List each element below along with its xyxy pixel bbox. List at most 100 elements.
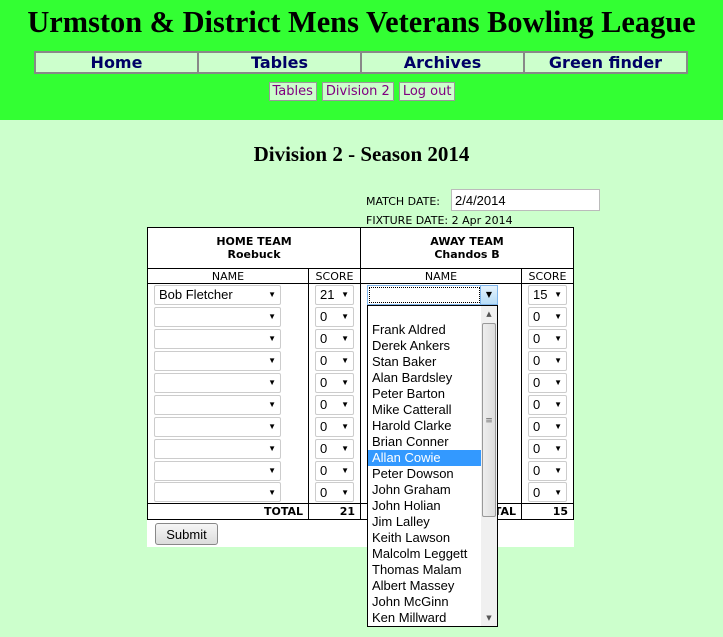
home-score-select[interactable]: 0 ▼ (315, 416, 354, 437)
player-row: ▼0▼▼0▼ (147, 437, 574, 460)
home-name-select[interactable]: ▼ (154, 482, 281, 503)
dropdown-option[interactable]: Allan Cowie (368, 450, 482, 466)
home-score-value: 0 (320, 441, 328, 456)
away-score-cell: 0 ▼ (521, 437, 574, 460)
home-score-select[interactable]: 0 ▼ (315, 394, 354, 415)
home-name-value: Bob Fletcher (159, 287, 233, 303)
chevron-down-icon: ▼ (268, 290, 276, 300)
submit-button[interactable]: Submit (155, 523, 218, 545)
dropdown-option[interactable]: Ken Millward (368, 610, 482, 626)
dropdown-option[interactable]: John McGinn (368, 594, 482, 610)
away-name-col-header: NAME (360, 268, 522, 284)
dropdown-option[interactable]: Albert Massey (368, 578, 482, 594)
home-score-cell: 0 ▼ (308, 327, 361, 350)
dropdown-scrollbar[interactable]: ▲ ≡ ▼ (481, 306, 497, 626)
chevron-down-icon: ▼ (268, 312, 276, 321)
home-name-cell: ▼ (147, 305, 309, 328)
home-name-select[interactable]: Bob Fletcher ▼ (154, 284, 281, 305)
away-score-select[interactable]: 0 ▼ (528, 482, 567, 503)
dropdown-option[interactable]: Jim Lalley (368, 514, 482, 530)
nav-green-finder[interactable]: Green finder (525, 53, 686, 72)
subnav-tables[interactable]: Tables (268, 82, 317, 101)
scrollbar-thumb[interactable]: ≡ (482, 323, 496, 517)
away-score-select[interactable]: 0 ▼ (528, 350, 567, 371)
dropdown-option[interactable] (368, 306, 482, 322)
home-name-select[interactable]: ▼ (154, 350, 281, 371)
dropdown-option[interactable]: Harold Clarke (368, 418, 482, 434)
sub-nav: Tables Division 2 Log out (0, 82, 723, 101)
chevron-down-icon: ▼ (268, 487, 276, 497)
dropdown-option[interactable]: Stan Baker (368, 354, 482, 370)
home-score-select[interactable]: 0 ▼ (315, 460, 354, 481)
away-score-select[interactable]: 0 ▼ (528, 394, 567, 415)
away-score-select[interactable]: 0 ▼ (528, 306, 567, 327)
away-total-value: 15 (521, 503, 574, 520)
dropdown-option[interactable]: Keith Lawson (368, 530, 482, 546)
subnav-division-2[interactable]: Division 2 (321, 82, 394, 101)
home-score-select[interactable]: 21 ▼ (315, 284, 354, 305)
scroll-down-icon[interactable]: ▼ (481, 610, 497, 626)
nav-tables[interactable]: Tables (199, 53, 362, 72)
home-score-select[interactable]: 0 ▼ (315, 306, 354, 327)
dropdown-option[interactable]: John Holian (368, 498, 482, 514)
home-score-cell: 0 ▼ (308, 437, 361, 460)
dropdown-option[interactable]: Frank Aldred (368, 322, 482, 338)
home-name-select[interactable]: ▼ (154, 394, 281, 415)
away-score-select[interactable]: 0 ▼ (528, 438, 567, 459)
chevron-down-icon[interactable]: ▼ (480, 286, 497, 304)
chevron-down-icon: ▼ (554, 378, 562, 387)
match-date-label: MATCH DATE: (366, 195, 441, 208)
dropdown-option[interactable]: Derek Ankers (368, 338, 482, 354)
dropdown-option[interactable]: Mike Catterall (368, 402, 482, 418)
away-player-1-select-open[interactable]: ▼ (367, 285, 498, 305)
home-team-header: HOME TEAM Roebuck (147, 227, 361, 269)
home-score-select[interactable]: 0 ▼ (315, 372, 354, 393)
match-date-input[interactable] (451, 189, 600, 211)
player-dropdown-list[interactable]: Frank Aldred Derek Ankers Stan Baker Alan B… (367, 305, 498, 627)
nav-archives[interactable]: Archives (362, 53, 525, 72)
away-score-cell: 0 ▼ (521, 349, 574, 372)
away-score-select[interactable]: 0 ▼ (528, 416, 567, 437)
home-score-value: 0 (320, 463, 328, 478)
home-score-cell: 0 ▼ (308, 349, 361, 372)
home-name-select[interactable]: ▼ (154, 438, 281, 459)
away-score-value: 0 (533, 331, 541, 346)
home-score-select[interactable]: 0 ▼ (315, 350, 354, 371)
home-score-value: 0 (320, 397, 328, 412)
chevron-down-icon: ▼ (341, 356, 349, 365)
scroll-up-icon[interactable]: ▲ (481, 306, 497, 322)
nav-home[interactable]: Home (36, 53, 199, 72)
chevron-down-icon: ▼ (268, 422, 276, 431)
away-score-select[interactable]: 15 ▼ (528, 284, 567, 305)
home-name-cell: ▼ (147, 481, 309, 504)
dropdown-option[interactable]: Malcolm Leggett (368, 546, 482, 562)
away-score-cell: 0 ▼ (521, 459, 574, 482)
away-score-value: 0 (533, 419, 541, 434)
chevron-down-icon: ▼ (341, 422, 349, 431)
home-name-cell: ▼ (147, 327, 309, 350)
home-score-select[interactable]: 0 ▼ (315, 438, 354, 459)
dropdown-option[interactable]: Peter Dowson (368, 466, 482, 482)
away-score-select[interactable]: 0 ▼ (528, 372, 567, 393)
away-score-select[interactable]: 0 ▼ (528, 328, 567, 349)
home-score-col-header: SCORE (308, 268, 361, 284)
home-name-select[interactable]: ▼ (154, 460, 281, 481)
home-name-select[interactable]: ▼ (154, 372, 281, 393)
home-score-select[interactable]: 0 ▼ (315, 328, 354, 349)
dropdown-option[interactable]: John Graham (368, 482, 482, 498)
subnav-log-out[interactable]: Log out (398, 82, 456, 101)
dropdown-option[interactable]: Alan Bardsley (368, 370, 482, 386)
away-score-select[interactable]: 0 ▼ (528, 460, 567, 481)
home-name-select[interactable]: ▼ (154, 306, 281, 327)
home-name-select[interactable]: ▼ (154, 328, 281, 349)
dropdown-option[interactable]: Brian Conner (368, 434, 482, 450)
chevron-down-icon: ▼ (268, 400, 276, 409)
home-name-col-header: NAME (147, 268, 309, 284)
home-score-select[interactable]: 0 ▼ (315, 482, 354, 503)
dropdown-option[interactable]: Peter Barton (368, 386, 482, 402)
chevron-down-icon: ▼ (341, 444, 349, 453)
home-name-select[interactable]: ▼ (154, 416, 281, 437)
player-row: ▼0▼▼0▼ (147, 371, 574, 394)
main-nav: Home Tables Archives Green finder (34, 51, 688, 74)
dropdown-option[interactable]: Thomas Malam (368, 562, 482, 578)
